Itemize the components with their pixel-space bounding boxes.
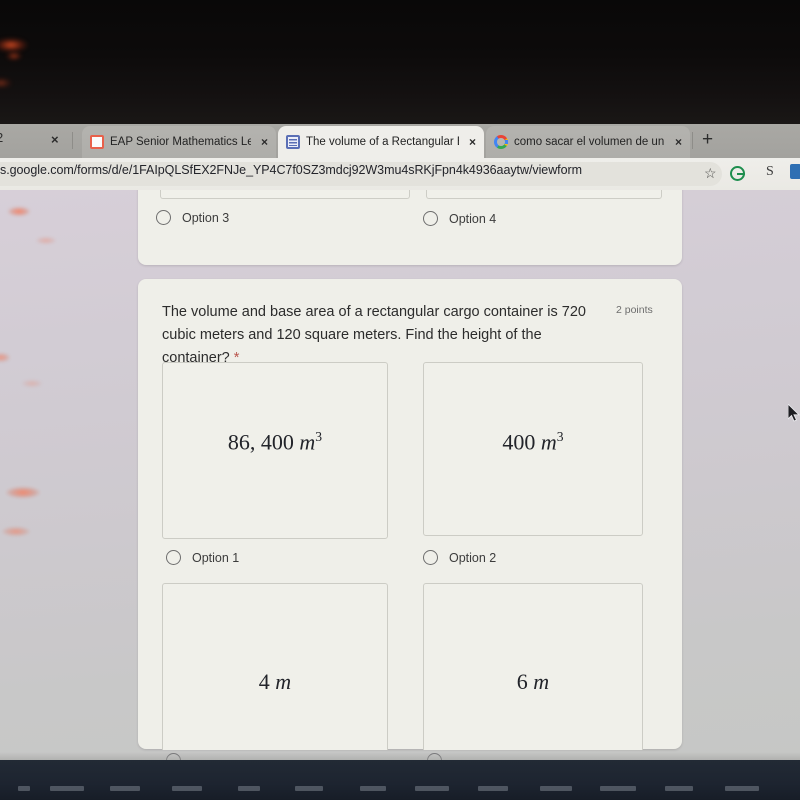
os-taskbar <box>0 760 800 800</box>
exponent: 3 <box>556 429 564 444</box>
tab-title: EAP Senior Mathematics Lesso <box>110 136 251 148</box>
mouse-cursor <box>788 404 800 422</box>
tab-close-icon[interactable]: × <box>671 135 682 149</box>
exponent: 3 <box>315 429 323 444</box>
google-forms-page: Option 3 Option 4 The volume and base ar… <box>0 190 800 760</box>
tab-close-clipped[interactable]: × <box>51 131 59 149</box>
option-image-text-1: 86, 400 m3 <box>163 429 387 455</box>
tab-divider <box>72 132 73 149</box>
option-row-2[interactable]: Option 2 <box>423 550 496 565</box>
option-image-text-4: 6 m <box>424 669 642 695</box>
option-image-box-1[interactable]: 86, 400 m3 <box>162 362 388 539</box>
taskbar-icon[interactable] <box>238 786 260 791</box>
bookmark-star-icon[interactable]: ☆ <box>704 165 717 182</box>
tab-volume-of-a-rectangular[interactable]: The volume of a Rectangular B × <box>278 126 484 158</box>
browser-tab-strip: 2 × EAP Senior Mathematics Lesso × The v… <box>0 124 800 158</box>
tab-strip-clipped-label: 2 <box>0 130 3 145</box>
taskbar-icon[interactable] <box>172 786 202 791</box>
tab-eap-senior-mathematics[interactable]: EAP Senior Mathematics Lesso × <box>82 126 276 158</box>
question-text: The volume and base area of a rectangula… <box>162 301 607 370</box>
s-extension-icon[interactable]: S <box>766 164 774 180</box>
taskbar-icon[interactable] <box>600 786 636 791</box>
option-row-3[interactable]: Option 3 <box>156 210 229 225</box>
tab-title: The volume of a Rectangular B <box>306 136 459 148</box>
question-card: The volume and base area of a rectangula… <box>138 279 682 750</box>
tab-divider <box>692 132 693 149</box>
taskbar-icon[interactable] <box>478 786 508 791</box>
forms-icon <box>286 135 300 149</box>
grammarly-extension-icon[interactable] <box>730 166 745 181</box>
option-image-box-5[interactable]: 4 m <box>162 583 388 750</box>
taskbar-icon[interactable] <box>725 786 759 791</box>
option-row-4[interactable]: Option 4 <box>423 211 496 226</box>
taskbar-icon[interactable] <box>665 786 693 791</box>
option-label: Option 3 <box>182 210 230 225</box>
new-tab-button[interactable]: + <box>702 129 713 150</box>
radio-button-option-4[interactable] <box>423 211 438 226</box>
option-value: 6 <box>516 669 528 694</box>
lens-flare <box>36 237 56 244</box>
monitor-bezel-top <box>0 0 800 124</box>
unit-symbol: m <box>540 429 557 455</box>
taskbar-icon[interactable] <box>295 786 323 791</box>
lens-flare <box>0 78 12 88</box>
unit-symbol: m <box>533 669 550 694</box>
question-text-line-2: meters and 120 square meters. Find the h… <box>162 327 542 366</box>
slides-icon <box>90 135 104 149</box>
option-label: Option 4 <box>449 211 497 226</box>
option-label: Option 2 <box>449 550 497 565</box>
option-image-text-2: 400 m3 <box>424 429 642 455</box>
google-icon <box>494 135 508 149</box>
radio-button-option-2[interactable] <box>423 550 438 565</box>
option-label: Option 1 <box>192 550 240 565</box>
tab-como-sacar-el-volumen[interactable]: como sacar el volumen de un p × <box>486 126 690 158</box>
lens-flare <box>8 207 30 216</box>
tab-close-icon[interactable]: × <box>465 135 476 149</box>
option-image-box-3[interactable] <box>160 190 410 199</box>
option-value: 4 <box>258 669 270 694</box>
lens-flare <box>6 52 22 60</box>
option-image-box-4[interactable] <box>426 190 662 199</box>
option-value: 86, 400 <box>227 429 294 455</box>
taskbar-icon[interactable] <box>540 786 572 791</box>
taskbar-icon[interactable] <box>18 786 30 791</box>
lens-flare <box>0 38 28 52</box>
taskbar-icon[interactable] <box>360 786 386 791</box>
radio-button-option-1[interactable] <box>166 550 181 565</box>
unit-symbol: m <box>275 669 292 694</box>
option-image-text-3: 4 m <box>163 669 387 695</box>
option-image-box-6[interactable]: 6 m <box>423 583 643 750</box>
edge-extension-icon[interactable] <box>790 164 800 179</box>
radio-button-option-3[interactable] <box>156 210 171 225</box>
previous-question-card: Option 3 Option 4 <box>138 190 682 265</box>
option-value: 400 <box>502 429 536 455</box>
lens-flare <box>2 527 30 536</box>
unit-symbol: m <box>299 429 316 455</box>
lens-flare <box>0 353 10 362</box>
option-image-box-2[interactable]: 400 m3 <box>423 362 643 536</box>
tab-close-icon[interactable]: × <box>257 135 268 149</box>
taskbar-icon[interactable] <box>110 786 140 791</box>
address-bar-url[interactable]: s.google.com/forms/d/e/1FAIpQLSfEX2FNJe_… <box>0 163 600 177</box>
taskbar-icon[interactable] <box>415 786 449 791</box>
points-badge: 2 points <box>616 304 653 316</box>
taskbar-icon[interactable] <box>50 786 84 791</box>
tab-title: como sacar el volumen de un p <box>514 136 665 148</box>
lens-flare <box>22 380 42 387</box>
lens-flare <box>6 487 40 498</box>
screenshot-root: 2 × EAP Senior Mathematics Lesso × The v… <box>0 0 800 800</box>
option-row-1[interactable]: Option 1 <box>166 550 239 565</box>
